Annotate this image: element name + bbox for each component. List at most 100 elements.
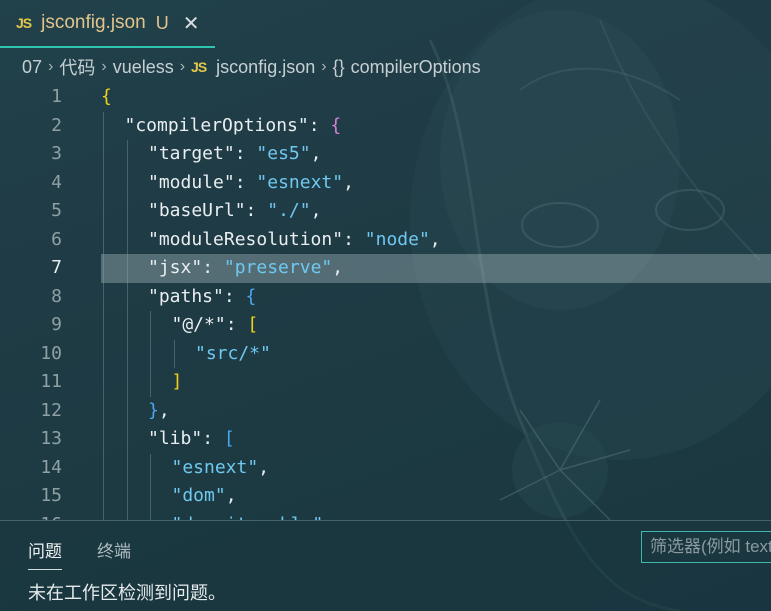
code-text: "compilerOptions": { — [125, 112, 342, 141]
code-token: "src/*" — [195, 342, 271, 364]
indent-guide — [126, 282, 128, 311]
code-token: , — [343, 171, 354, 193]
close-icon[interactable]: ✕ — [183, 13, 200, 33]
code-line[interactable]: 12}, — [0, 396, 771, 426]
indent-guide — [126, 254, 128, 283]
indent-guide — [150, 453, 151, 482]
indent-guide — [126, 453, 128, 482]
code-line[interactable]: 1{ — [0, 84, 771, 112]
chevron-right-icon: › — [48, 58, 54, 75]
code-text: }, — [148, 397, 170, 426]
indent-guide — [103, 197, 104, 226]
line-number: 8 — [51, 285, 62, 307]
code-text: "@/*": [ — [172, 311, 259, 340]
tab-terminal[interactable]: 终端 — [97, 537, 131, 562]
code-token: : — [202, 257, 224, 278]
breadcrumb-item-07[interactable]: 07 — [22, 57, 42, 78]
code-token: , — [310, 200, 322, 221]
code-content: "@/*": [ — [101, 311, 771, 340]
code-line[interactable]: 14 "esnext", — [0, 453, 771, 482]
code-content: "compilerOptions": { — [101, 111, 771, 141]
code-token: "es5" — [256, 143, 311, 164]
code-token: "compilerOptions" — [124, 114, 309, 136]
code-text: "dom.iterable", — [172, 511, 335, 521]
indent-guide — [126, 311, 128, 340]
line-number: 9 — [51, 314, 62, 335]
code-token: "esnext" — [256, 171, 344, 193]
code-text: "moduleResolution": "node", — [148, 226, 441, 255]
code-content: "src/*" — [101, 339, 771, 368]
code-token: "lib" — [148, 428, 203, 449]
chevron-right-icon: › — [101, 58, 107, 75]
code-token: [ — [223, 428, 235, 449]
editor-window: JS jsconfig.json U ✕ 07 › 代码 › vueless ›… — [0, 0, 771, 611]
code-line[interactable]: 2 "compilerOptions": { — [0, 111, 771, 141]
indent-guide — [150, 311, 151, 340]
code-line[interactable]: 16 "dom.iterable", — [0, 510, 771, 521]
indent-guide — [103, 425, 104, 454]
code-token: "dom" — [171, 485, 226, 506]
breadcrumb-item-file[interactable]: jsconfig.json — [216, 57, 315, 78]
code-line[interactable]: 13 "lib": [ — [0, 425, 771, 454]
breadcrumb-item-vueless[interactable]: vueless — [113, 57, 174, 78]
code-line[interactable]: 10 "src/*" — [0, 339, 771, 368]
js-file-icon: JS — [191, 59, 207, 75]
code-token: : — [234, 143, 257, 164]
code-token: , — [332, 257, 344, 278]
code-line[interactable]: 7 "jsx": "preserve", — [0, 254, 771, 283]
tab-title: jsconfig.json — [41, 12, 146, 33]
indent-guide — [103, 140, 104, 169]
indent-guide — [126, 396, 128, 425]
line-number: 4 — [51, 171, 62, 193]
code-token: "@/*" — [171, 314, 226, 335]
indent-guide — [103, 111, 104, 140]
code-line[interactable]: 8 "paths": { — [0, 282, 771, 312]
code-text: "lib": [ — [148, 425, 235, 454]
line-number: 12 — [40, 399, 62, 421]
code-token: , — [310, 143, 322, 164]
code-line[interactable]: 3 "target": "es5", — [0, 140, 771, 169]
breadcrumb-item-code[interactable]: 代码 — [59, 54, 95, 80]
code-line[interactable]: 9 "@/*": [ — [0, 311, 771, 340]
breadcrumb-item-compiler-options[interactable]: compilerOptions — [351, 57, 481, 78]
indent-guide — [126, 225, 128, 254]
code-content: "target": "es5", — [101, 140, 771, 169]
code-line[interactable]: 15 "dom", — [0, 482, 771, 511]
indent-guide — [173, 339, 175, 368]
code-token: : — [343, 228, 365, 250]
code-token: : — [202, 428, 224, 449]
code-content: "moduleResolution": "node", — [101, 225, 771, 255]
code-content: "paths": { — [101, 282, 771, 312]
js-file-icon: JS — [16, 15, 32, 31]
tab-problems[interactable]: 问题 — [28, 537, 62, 570]
indent-guide — [126, 140, 128, 169]
code-token: [ — [247, 314, 259, 335]
code-token: "target" — [148, 143, 235, 164]
code-token: "moduleResolution" — [148, 228, 344, 250]
code-token: "paths" — [148, 285, 224, 307]
code-text: "paths": { — [148, 283, 256, 312]
filter-input[interactable] — [641, 531, 771, 563]
code-token: "module" — [148, 171, 235, 193]
code-token: , — [258, 456, 270, 478]
code-text: "baseUrl": "./", — [148, 197, 321, 226]
indent-guide — [103, 225, 104, 254]
line-number: 1 — [51, 86, 62, 107]
code-token: : — [223, 285, 246, 307]
code-line[interactable]: 5 "baseUrl": "./", — [0, 197, 771, 226]
code-line[interactable]: 4 "module": "esnext", — [0, 168, 771, 198]
code-token: : — [225, 314, 248, 335]
line-number: 10 — [40, 342, 62, 364]
code-token: : — [308, 114, 331, 136]
indent-guide — [103, 168, 104, 197]
line-number: 13 — [40, 428, 62, 449]
code-token: { — [245, 285, 257, 307]
line-number: 11 — [40, 371, 62, 392]
code-text: "module": "esnext", — [148, 169, 354, 198]
tab-jsconfig[interactable]: JS jsconfig.json U ✕ — [0, 0, 215, 48]
breadcrumb: 07 › 代码 › vueless › JS jsconfig.json › {… — [22, 54, 481, 80]
code-line[interactable]: 6 "moduleResolution": "node", — [0, 225, 771, 255]
code-content: "module": "esnext", — [101, 168, 771, 198]
code-editor[interactable]: 1{2 "compilerOptions": {3 "target": "es5",… — [0, 84, 771, 520]
code-line[interactable]: 11] — [0, 368, 771, 397]
